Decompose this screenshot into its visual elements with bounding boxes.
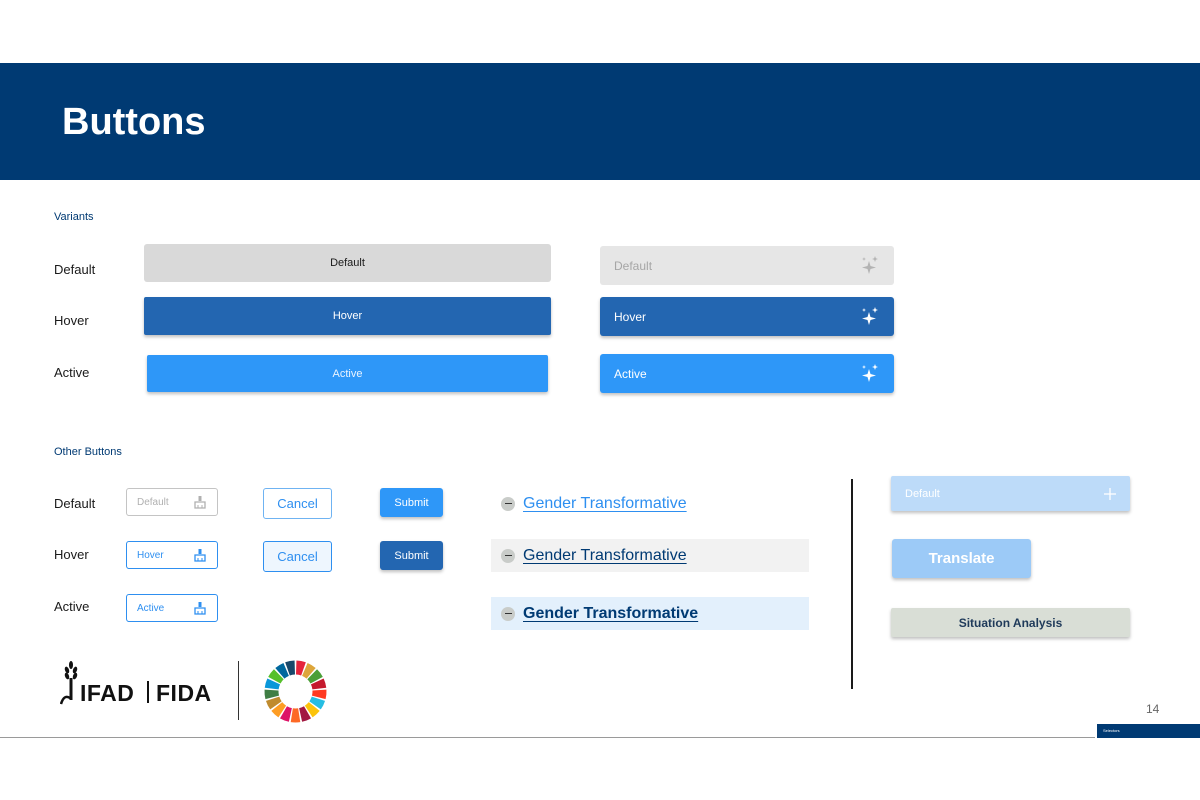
add-button-default-label: Default	[905, 487, 940, 500]
slide: Buttons Variants Default Hover Active De…	[0, 0, 1200, 800]
brush-icon	[194, 549, 206, 562]
brush-button-default[interactable]: Default	[126, 488, 218, 516]
sparkle-button-hover-label: Hover	[614, 309, 647, 324]
sparkle-button-default-label: Default	[614, 258, 653, 273]
minus-circle-icon	[501, 548, 515, 563]
next-slide-thumbnail: Selectors	[1097, 724, 1200, 738]
logo-separator	[147, 681, 149, 703]
brush-icon	[194, 602, 206, 615]
wide-button-hover[interactable]: Hover	[144, 297, 551, 335]
collapse-link-hover[interactable]: Gender Transformative	[491, 539, 809, 572]
variant-label-default: Default	[54, 262, 96, 277]
sparkle-button-hover[interactable]: Hover	[600, 297, 894, 336]
ifad-wordmark: IFAD	[80, 680, 135, 706]
other-label-active: Active	[54, 599, 90, 614]
ifad-logo: IFAD FIDA	[60, 660, 220, 710]
vertical-divider	[851, 479, 853, 689]
submit-button-default[interactable]: Submit	[380, 488, 443, 517]
page-title: Buttons	[62, 101, 206, 143]
footer-line	[0, 737, 1095, 738]
collapse-link-default[interactable]: Gender Transformative	[491, 487, 809, 520]
variant-label-hover: Hover	[54, 313, 89, 328]
sdg-wheel-icon	[264, 660, 327, 723]
variant-label-active: Active	[54, 365, 90, 380]
brush-button-active[interactable]: Active	[126, 594, 218, 622]
brush-button-active-label: Active	[137, 602, 165, 614]
collapse-link-default-label: Gender Transformative	[523, 494, 687, 512]
other-label-hover: Hover	[54, 547, 89, 562]
sparkle-icon	[862, 306, 878, 325]
logo-divider	[238, 661, 239, 720]
page-number: 14	[1146, 702, 1160, 716]
sdg-wheel-segment	[290, 708, 301, 723]
add-button-default[interactable]: Default	[891, 476, 1130, 511]
brush-icon	[194, 496, 206, 509]
collapse-link-active-label: Gender Transformative	[523, 604, 699, 622]
wheat-icon	[60, 661, 78, 705]
collapse-link-hover-label: Gender Transformative	[523, 546, 687, 564]
other-buttons-section-label: Other Buttons	[54, 446, 122, 458]
variants-section-label: Variants	[54, 211, 94, 223]
brush-button-hover-label: Hover	[137, 549, 164, 561]
next-slide-thumbnail-label: Selectors	[1103, 728, 1120, 733]
sparkle-button-active-label: Active	[614, 366, 647, 381]
sparkle-button-default[interactable]: Default	[600, 246, 894, 285]
situation-analysis-button[interactable]: Situation Analysis	[891, 608, 1130, 637]
other-label-default: Default	[54, 496, 96, 511]
plus-icon	[1104, 487, 1116, 500]
sparkle-icon	[862, 363, 878, 382]
sparkle-icon	[862, 255, 878, 274]
wide-button-active[interactable]: Active	[147, 355, 548, 392]
header-banner: Buttons	[0, 63, 1200, 180]
translate-button[interactable]: Translate	[892, 539, 1031, 578]
minus-circle-icon	[501, 606, 515, 621]
sparkle-button-active[interactable]: Active	[600, 354, 894, 393]
minus-circle-icon	[501, 496, 515, 511]
collapse-link-active[interactable]: Gender Transformative	[491, 597, 809, 630]
cancel-button-hover[interactable]: Cancel	[263, 541, 332, 572]
brush-button-default-label: Default	[137, 496, 169, 508]
cancel-button-default[interactable]: Cancel	[263, 488, 332, 519]
fida-wordmark: FIDA	[156, 680, 212, 706]
brush-button-hover[interactable]: Hover	[126, 541, 218, 569]
submit-button-hover[interactable]: Submit	[380, 541, 443, 570]
wide-button-default[interactable]: Default	[144, 244, 551, 282]
